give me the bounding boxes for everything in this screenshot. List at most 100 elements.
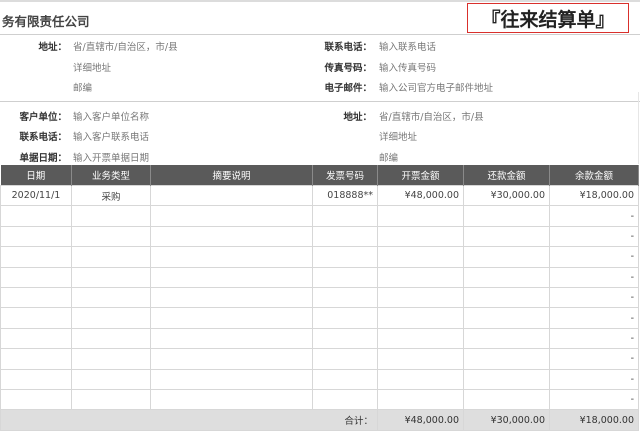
customer-address-line1[interactable]: 省/直辖市/自治区，市/县	[379, 109, 484, 123]
cell-empty[interactable]	[150, 225, 313, 248]
cell-empty[interactable]	[71, 286, 151, 309]
cell-empty[interactable]	[150, 348, 313, 370]
cell-empty[interactable]	[377, 368, 464, 390]
column-header-summary: 摘要说明	[150, 165, 313, 186]
cell-empty[interactable]	[312, 205, 378, 227]
cell-empty[interactable]	[312, 388, 378, 411]
cell-empty[interactable]	[71, 348, 151, 370]
cell-repaid-amount[interactable]: ¥30,000.00	[463, 184, 550, 207]
table-row: -	[0, 266, 639, 288]
cell-empty[interactable]	[377, 266, 464, 288]
cell-empty[interactable]	[0, 327, 72, 350]
cell-empty[interactable]	[463, 327, 550, 350]
cell-empty[interactable]	[71, 388, 151, 411]
cell-empty[interactable]	[0, 368, 72, 390]
cell-empty[interactable]	[0, 388, 72, 411]
customer-unit-field[interactable]: 输入客户单位名称	[73, 109, 149, 123]
cell-balance[interactable]: -	[549, 266, 639, 288]
cell-empty[interactable]	[150, 246, 313, 268]
cell-empty[interactable]	[71, 205, 151, 227]
cell-empty[interactable]	[312, 266, 378, 288]
cell-balance[interactable]: -	[549, 307, 639, 329]
cell-business-type[interactable]: 采购	[71, 184, 151, 207]
cell-empty[interactable]	[150, 307, 313, 329]
cell-empty[interactable]	[463, 307, 550, 329]
column-header-invoice-number: 发票号码	[312, 165, 378, 186]
supplier-email-field[interactable]: 输入公司官方电子邮件地址	[379, 80, 493, 94]
cell-empty[interactable]	[71, 307, 151, 329]
cell-balance[interactable]: -	[549, 388, 639, 411]
cell-empty[interactable]	[150, 286, 313, 309]
table-row: 2020/11/1 采购 018888** ¥48,000.00 ¥30,000…	[0, 184, 639, 207]
cell-empty[interactable]	[312, 307, 378, 329]
column-header-repaid-amount: 还款金额	[463, 165, 550, 186]
cell-empty[interactable]	[0, 225, 72, 248]
cell-summary[interactable]	[150, 184, 313, 207]
cell-empty[interactable]	[312, 246, 378, 268]
cell-empty[interactable]	[150, 327, 313, 350]
cell-empty[interactable]	[463, 246, 550, 268]
cell-empty[interactable]	[463, 205, 550, 227]
cell-balance[interactable]: -	[549, 246, 639, 268]
supplier-address-line1[interactable]: 省/直辖市/自治区，市/县	[73, 39, 178, 53]
cell-balance[interactable]: -	[549, 205, 639, 227]
cell-empty[interactable]	[377, 327, 464, 350]
total-row: 合计： ¥48,000.00 ¥30,000.00 ¥18,000.00	[0, 409, 639, 432]
cell-empty[interactable]	[463, 348, 550, 370]
cell-balance[interactable]: -	[549, 327, 639, 350]
cell-invoice-amount[interactable]: ¥48,000.00	[377, 184, 464, 207]
cell-balance[interactable]: -	[549, 368, 639, 390]
cell-empty[interactable]	[463, 266, 550, 288]
customer-phone-field[interactable]: 输入客户联系电话	[73, 129, 149, 143]
cell-empty[interactable]	[312, 368, 378, 390]
cell-empty[interactable]	[150, 266, 313, 288]
cell-empty[interactable]	[150, 205, 313, 227]
cell-empty[interactable]	[0, 348, 72, 370]
supplier-fax-field[interactable]: 输入传真号码	[379, 60, 436, 74]
cell-invoice-number[interactable]: 018888**	[312, 184, 378, 207]
cell-empty[interactable]	[377, 307, 464, 329]
cell-empty[interactable]	[0, 307, 72, 329]
cell-empty[interactable]	[150, 368, 313, 390]
customer-unit-label: 客户单位：	[19, 112, 67, 123]
cell-empty[interactable]	[0, 246, 72, 268]
cell-balance[interactable]: -	[549, 286, 639, 309]
cell-empty[interactable]	[312, 327, 378, 350]
top-border	[0, 0, 640, 2]
cell-empty[interactable]	[463, 368, 550, 390]
cell-empty[interactable]	[71, 225, 151, 248]
cell-empty[interactable]	[377, 388, 464, 411]
customer-postcode[interactable]: 邮编	[379, 150, 398, 164]
supplier-phone-field[interactable]: 输入联系电话	[379, 39, 436, 53]
cell-empty[interactable]	[377, 246, 464, 268]
cell-empty[interactable]	[312, 286, 378, 309]
customer-address-line2[interactable]: 详细地址	[379, 129, 417, 143]
cell-empty[interactable]	[377, 286, 464, 309]
cell-empty[interactable]	[71, 246, 151, 268]
cell-empty[interactable]	[463, 286, 550, 309]
cell-empty[interactable]	[312, 225, 378, 248]
cell-empty[interactable]	[71, 266, 151, 288]
cell-empty[interactable]	[0, 286, 72, 309]
cell-empty[interactable]	[377, 225, 464, 248]
cell-empty[interactable]	[377, 348, 464, 370]
cell-empty[interactable]	[463, 388, 550, 411]
document-date-field[interactable]: 输入开票单据日期	[73, 150, 149, 164]
cell-balance[interactable]: -	[549, 225, 639, 248]
cell-empty[interactable]	[312, 348, 378, 370]
table-row: -	[0, 388, 639, 411]
cell-empty[interactable]	[463, 225, 550, 248]
cell-empty[interactable]	[71, 368, 151, 390]
supplier-address-line2[interactable]: 详细地址	[73, 60, 111, 74]
cell-date[interactable]: 2020/11/1	[0, 184, 72, 207]
total-balance: ¥18,000.00	[549, 409, 639, 432]
cell-balance[interactable]: ¥18,000.00	[549, 184, 639, 207]
cell-empty[interactable]	[0, 266, 72, 288]
cell-balance[interactable]: -	[549, 348, 639, 370]
cell-empty[interactable]	[71, 327, 151, 350]
cell-empty[interactable]	[0, 205, 72, 227]
table-row: -	[0, 307, 639, 329]
cell-empty[interactable]	[150, 388, 313, 411]
cell-empty[interactable]	[377, 205, 464, 227]
supplier-postcode[interactable]: 邮编	[73, 80, 92, 94]
